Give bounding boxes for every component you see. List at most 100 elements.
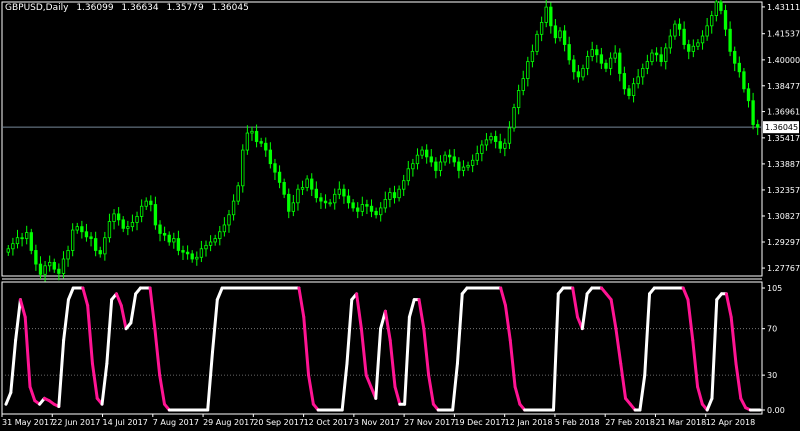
candle[interactable] xyxy=(728,21,732,57)
candle[interactable] xyxy=(333,188,337,210)
candle[interactable] xyxy=(29,228,33,255)
candle[interactable] xyxy=(429,149,433,167)
candle[interactable] xyxy=(93,231,98,257)
candle[interactable] xyxy=(530,44,535,68)
candle[interactable] xyxy=(434,157,438,179)
candle[interactable] xyxy=(98,246,102,258)
candle[interactable] xyxy=(130,214,135,232)
candle[interactable] xyxy=(176,230,181,256)
candle[interactable] xyxy=(641,63,645,85)
candle[interactable] xyxy=(135,211,139,231)
candle[interactable] xyxy=(346,189,351,209)
candle[interactable] xyxy=(158,220,162,242)
candle[interactable] xyxy=(190,250,194,263)
candle[interactable] xyxy=(296,184,300,211)
candle[interactable] xyxy=(631,77,636,103)
candle[interactable] xyxy=(264,137,268,157)
candle[interactable] xyxy=(34,244,38,271)
candle[interactable] xyxy=(144,197,148,210)
candle[interactable] xyxy=(654,47,659,62)
candle[interactable] xyxy=(420,146,424,159)
candle[interactable] xyxy=(328,199,332,207)
candle[interactable] xyxy=(172,232,176,249)
candle[interactable] xyxy=(470,154,475,173)
candle[interactable] xyxy=(254,124,259,148)
candle[interactable] xyxy=(71,223,75,257)
candle[interactable] xyxy=(503,138,507,157)
candle[interactable] xyxy=(365,199,369,215)
candle[interactable] xyxy=(116,207,121,226)
candle[interactable] xyxy=(259,137,263,147)
candle[interactable] xyxy=(250,126,254,141)
candle[interactable] xyxy=(719,0,723,15)
candle[interactable] xyxy=(149,195,153,212)
candle[interactable] xyxy=(461,160,466,177)
candle[interactable] xyxy=(650,49,654,66)
candle[interactable] xyxy=(342,184,346,204)
candle[interactable] xyxy=(66,245,70,267)
candle[interactable] xyxy=(291,194,296,217)
candle[interactable] xyxy=(222,217,227,237)
candle[interactable] xyxy=(337,181,341,200)
candle[interactable] xyxy=(273,158,277,181)
candle[interactable] xyxy=(277,165,282,189)
candle[interactable] xyxy=(558,27,562,42)
candle[interactable] xyxy=(687,39,691,60)
candle[interactable] xyxy=(512,103,516,132)
candle[interactable] xyxy=(75,222,79,234)
candle[interactable] xyxy=(126,220,130,236)
candle[interactable] xyxy=(227,209,231,233)
candle[interactable] xyxy=(218,225,222,246)
candle[interactable] xyxy=(392,185,397,204)
candle[interactable] xyxy=(374,207,378,219)
candle[interactable] xyxy=(645,54,650,75)
candle[interactable] xyxy=(659,46,663,67)
candle[interactable] xyxy=(535,30,539,56)
candle[interactable] xyxy=(677,18,682,37)
candle[interactable] xyxy=(751,92,755,130)
candle[interactable] xyxy=(585,50,590,76)
candle[interactable] xyxy=(526,56,530,87)
candle[interactable] xyxy=(714,0,718,22)
candle[interactable] xyxy=(457,157,461,179)
candle[interactable] xyxy=(241,144,245,193)
candle[interactable] xyxy=(89,232,93,247)
candle[interactable] xyxy=(181,245,185,261)
candle[interactable] xyxy=(300,180,305,195)
candle[interactable] xyxy=(107,213,112,243)
candle[interactable] xyxy=(84,223,89,242)
candle[interactable] xyxy=(415,148,420,170)
candle[interactable] xyxy=(539,16,544,42)
candle[interactable] xyxy=(562,25,567,52)
candle[interactable] xyxy=(61,251,66,279)
candle[interactable] xyxy=(112,209,116,230)
candle[interactable] xyxy=(443,151,447,166)
candle[interactable] xyxy=(319,192,323,209)
candle[interactable] xyxy=(245,125,250,155)
candle[interactable] xyxy=(287,188,291,219)
candle[interactable] xyxy=(627,85,631,100)
candle[interactable] xyxy=(452,149,456,167)
candle[interactable] xyxy=(746,83,751,108)
candle[interactable] xyxy=(668,29,673,54)
candle[interactable] xyxy=(310,173,314,197)
candle[interactable] xyxy=(153,196,158,230)
candle[interactable] xyxy=(204,240,208,257)
candle[interactable] xyxy=(52,258,56,273)
candle[interactable] xyxy=(664,43,668,70)
candle[interactable] xyxy=(572,55,576,80)
candle[interactable] xyxy=(383,191,387,213)
candle[interactable] xyxy=(282,178,286,199)
candle[interactable] xyxy=(103,231,107,261)
candle[interactable] xyxy=(576,64,581,83)
candle[interactable] xyxy=(121,216,125,233)
candle[interactable] xyxy=(448,149,452,164)
candle[interactable] xyxy=(305,175,309,192)
candle[interactable] xyxy=(613,45,617,63)
candle[interactable] xyxy=(268,142,273,169)
candle[interactable] xyxy=(723,4,728,37)
candle[interactable] xyxy=(493,130,498,149)
candle[interactable] xyxy=(696,39,700,50)
candle[interactable] xyxy=(710,10,714,34)
candle[interactable] xyxy=(323,194,328,209)
